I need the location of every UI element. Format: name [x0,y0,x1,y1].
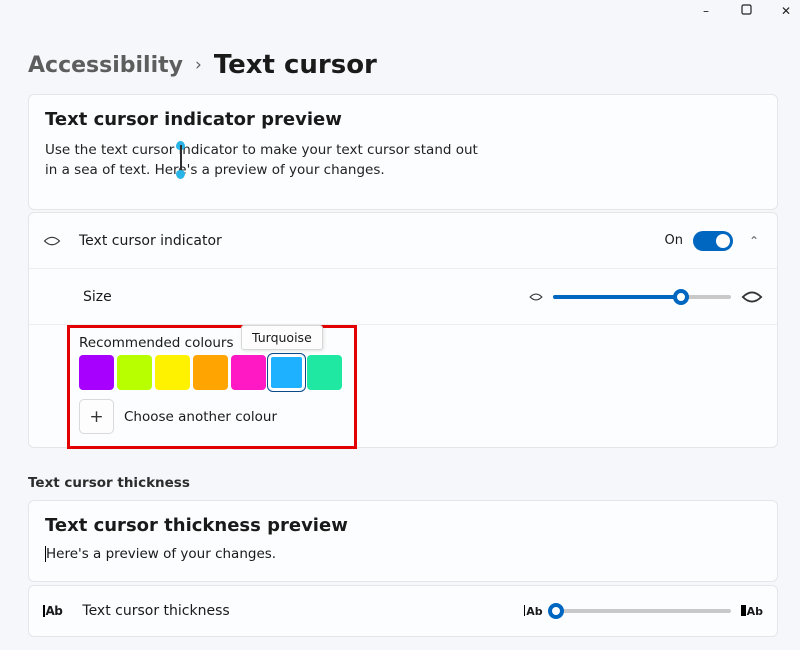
colour-swatch-magenta[interactable] [231,355,266,390]
indicator-toggle-label: Text cursor indicator [79,233,665,249]
cursor-outline-icon [43,234,61,248]
colour-swatch-yellow[interactable] [155,355,190,390]
indicator-preview-text: Use the text cursor indicator to make yo… [45,140,761,180]
chevron-up-icon[interactable]: ⌃ [749,234,763,248]
breadcrumb-parent[interactable]: Accessibility [28,53,183,78]
plus-icon: + [89,407,103,427]
minimize-button[interactable]: – [698,4,714,18]
thickness-preview-heading: Text cursor thickness preview [45,515,761,536]
close-button[interactable]: ✕ [778,4,794,18]
indicator-state-text: On [665,233,683,248]
indicator-settings-card: Text cursor indicator On ⌃ Size Recommen… [28,212,778,448]
thickness-thick-icon: Ab [741,605,763,618]
indicator-toggle[interactable] [693,231,733,251]
thickness-preview-card: Text cursor thickness preview Here's a p… [28,500,778,582]
thickness-icon: Ab [43,604,62,618]
chevron-right-icon: › [195,55,202,75]
indicator-preview-card: Text cursor indicator preview Use the te… [28,94,778,210]
recommended-colours-label: Recommended colours [79,335,234,351]
colour-swatches [79,355,342,390]
colour-tooltip: Turquoise [241,325,323,350]
thickness-thin-icon: Ab [524,605,543,618]
indicator-preview-heading: Text cursor indicator preview [45,109,761,130]
colour-swatch-orange[interactable] [193,355,228,390]
colour-swatch-turquoise[interactable] [269,355,304,390]
size-row: Size [29,269,777,325]
colour-swatch-purple[interactable] [79,355,114,390]
maximize-button[interactable] [738,4,754,18]
colour-swatch-mint[interactable] [307,355,342,390]
breadcrumb-current: Text cursor [214,50,377,80]
thickness-row-card[interactable]: Ab Text cursor thickness Ab Ab [28,585,778,637]
size-slider[interactable] [553,295,731,299]
size-label: Size [83,289,112,305]
thickness-slider[interactable] [553,609,731,613]
size-small-icon [529,292,543,302]
colour-area: Recommended colours Turquoise + Choose a… [29,325,777,447]
window-controls: – ✕ [698,4,794,18]
breadcrumb: Accessibility › Text cursor [28,50,377,80]
thickness-label: Text cursor thickness [82,603,523,619]
thickness-section-heading: Text cursor thickness [28,475,190,491]
add-colour-button[interactable]: + [79,399,114,434]
size-large-icon [741,289,763,305]
indicator-toggle-row[interactable]: Text cursor indicator On ⌃ [29,213,777,269]
thickness-preview-text: Here's a preview of your changes. [45,546,761,562]
colour-swatch-lime[interactable] [117,355,152,390]
add-colour-label: Choose another colour [124,409,277,425]
